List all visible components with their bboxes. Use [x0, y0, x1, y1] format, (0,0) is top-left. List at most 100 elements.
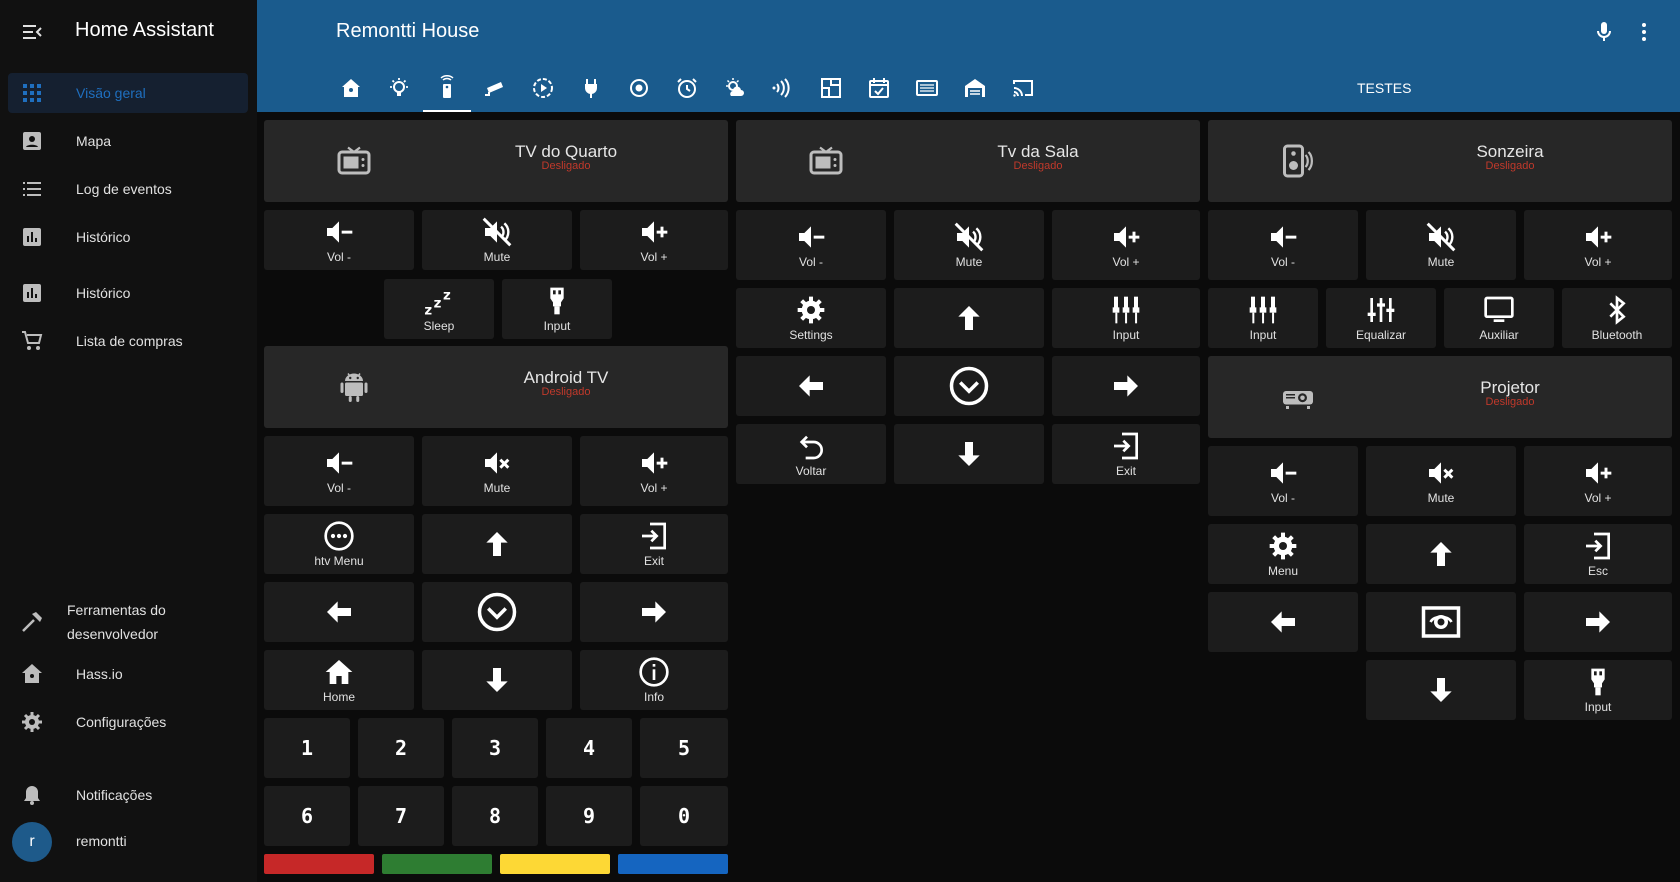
- proj-mute-button[interactable]: Mute: [1366, 446, 1516, 516]
- sidebar-item-mapa[interactable]: Mapa: [8, 121, 248, 161]
- microphone-icon[interactable]: [1592, 20, 1616, 44]
- yellow-color-button[interactable]: [500, 854, 610, 874]
- proj-vol-minus-button[interactable]: Vol -: [1208, 446, 1358, 516]
- volume-mute-icon: [481, 447, 513, 479]
- tab-lights[interactable]: [375, 64, 423, 112]
- atv-info-button[interactable]: Info: [580, 650, 728, 710]
- avatar[interactable]: r: [12, 822, 52, 862]
- number-button-2[interactable]: 2: [358, 718, 444, 778]
- sala-mute-button[interactable]: Mute: [894, 210, 1044, 280]
- proj-left-button[interactable]: [1208, 592, 1358, 652]
- button-label: Mute: [1427, 255, 1455, 269]
- atv-ok-button[interactable]: [422, 582, 572, 642]
- son-mute-button[interactable]: Mute: [1366, 210, 1516, 280]
- sala-vol-minus-button[interactable]: Vol -: [736, 210, 886, 280]
- tab-home[interactable]: [327, 64, 375, 112]
- more-vert-icon[interactable]: [1632, 20, 1656, 44]
- sidebar-item-config[interactable]: Configurações: [8, 702, 248, 742]
- son-input-button[interactable]: Input: [1208, 288, 1318, 348]
- sala-down-button[interactable]: [894, 424, 1044, 484]
- number-button-6[interactable]: 6: [264, 786, 350, 846]
- sidebar-item-dev-tools[interactable]: Ferramentas do desenvolvedor: [8, 598, 248, 646]
- sidebar-item-notificacoes[interactable]: Notificações: [8, 775, 248, 815]
- sidebar-item-lista-compras[interactable]: Lista de compras: [8, 321, 248, 361]
- atv-left-button[interactable]: [264, 582, 414, 642]
- sidebar-item-hassio[interactable]: Hass.io: [8, 654, 248, 694]
- number-button-9[interactable]: 9: [546, 786, 632, 846]
- sidebar-item-historico[interactable]: Histórico: [8, 217, 248, 257]
- sidebar-item-log[interactable]: Log de eventos: [8, 169, 248, 209]
- tab-floorplan[interactable]: [807, 64, 855, 112]
- tv-quarto-sleep-button[interactable]: Sleep: [384, 279, 494, 339]
- tv-quarto-mute-button[interactable]: Mute: [422, 210, 572, 270]
- sala-exit-button[interactable]: Exit: [1052, 424, 1200, 484]
- sala-up-button[interactable]: [894, 288, 1044, 348]
- number-button-0[interactable]: 0: [640, 786, 728, 846]
- number-button-3[interactable]: 3: [452, 718, 538, 778]
- sala-right-button[interactable]: [1052, 356, 1200, 416]
- number-button-5[interactable]: 5: [640, 718, 728, 778]
- tab-alarm[interactable]: [663, 64, 711, 112]
- atv-down-button[interactable]: [422, 650, 572, 710]
- tab-cctv[interactable]: [471, 64, 519, 112]
- atv-home-button[interactable]: Home: [264, 650, 414, 710]
- son-vol-minus-button[interactable]: Vol -: [1208, 210, 1358, 280]
- tv-quarto-vol-minus-button[interactable]: Vol -: [264, 210, 414, 270]
- sala-left-button[interactable]: [736, 356, 886, 416]
- projetor-card-header[interactable]: Projetor Desligado: [1208, 356, 1672, 438]
- blue-color-button[interactable]: [618, 854, 728, 874]
- tv-sala-card-header[interactable]: Tv da Sala Desligado: [736, 120, 1200, 202]
- proj-menu-button[interactable]: Menu: [1208, 524, 1358, 584]
- tab-media[interactable]: [519, 64, 567, 112]
- proj-vol-plus-button[interactable]: Vol +: [1524, 446, 1672, 516]
- son-equalizar-button[interactable]: Equalizar: [1326, 288, 1436, 348]
- tab-weather[interactable]: [711, 64, 759, 112]
- proj-esc-button[interactable]: Esc: [1524, 524, 1672, 584]
- proj-ok-button[interactable]: [1366, 592, 1516, 652]
- atv-vol-minus-button[interactable]: Vol -: [264, 436, 414, 506]
- proj-up-button[interactable]: [1366, 524, 1516, 584]
- tab-garage[interactable]: [951, 64, 999, 112]
- tv-quarto-card-header[interactable]: TV do Quarto Desligado: [264, 120, 728, 202]
- son-auxiliar-button[interactable]: Auxiliar: [1444, 288, 1554, 348]
- atv-right-button[interactable]: [580, 582, 728, 642]
- sala-settings-button[interactable]: Settings: [736, 288, 886, 348]
- number-button-1[interactable]: 1: [264, 718, 350, 778]
- sonzeira-card-header[interactable]: Sonzeira Desligado: [1208, 120, 1672, 202]
- sala-back-button[interactable]: Voltar: [736, 424, 886, 484]
- tab-remote[interactable]: [423, 64, 471, 112]
- red-color-button[interactable]: [264, 854, 374, 874]
- tab-power[interactable]: [567, 64, 615, 112]
- proj-right-button[interactable]: [1524, 592, 1672, 652]
- tv-quarto-input-button[interactable]: Input: [502, 279, 612, 339]
- atv-up-button[interactable]: [422, 514, 572, 574]
- sala-vol-plus-button[interactable]: Vol +: [1052, 210, 1200, 280]
- sala-input-button[interactable]: Input: [1052, 288, 1200, 348]
- son-vol-plus-button[interactable]: Vol +: [1524, 210, 1672, 280]
- tab-cast[interactable]: [999, 64, 1047, 112]
- sala-ok-button[interactable]: [894, 356, 1044, 416]
- number-button-4[interactable]: 4: [546, 718, 632, 778]
- number-button-8[interactable]: 8: [452, 786, 538, 846]
- sidebar-item-historico-2[interactable]: Histórico: [8, 273, 248, 313]
- son-bluetooth-button[interactable]: Bluetooth: [1562, 288, 1672, 348]
- number-button-7[interactable]: 7: [358, 786, 444, 846]
- atv-menu-button[interactable]: htv Menu: [264, 514, 414, 574]
- tv-quarto-vol-plus-button[interactable]: Vol +: [580, 210, 728, 270]
- user-name[interactable]: remontti: [76, 833, 127, 849]
- tab-testes[interactable]: TESTES: [1357, 64, 1411, 112]
- green-color-button[interactable]: [382, 854, 492, 874]
- tab-server[interactable]: [903, 64, 951, 112]
- proj-down-button[interactable]: [1366, 660, 1516, 720]
- proj-input-button[interactable]: Input: [1524, 660, 1672, 720]
- android-tv-card-header[interactable]: Android TV Desligado: [264, 346, 728, 428]
- sidebar-item-visao-geral[interactable]: Visão geral: [8, 73, 248, 113]
- atv-vol-plus-button[interactable]: Vol +: [580, 436, 728, 506]
- tab-nfc[interactable]: [759, 64, 807, 112]
- menu-collapse-icon[interactable]: [20, 20, 44, 44]
- atv-mute-button[interactable]: Mute: [422, 436, 572, 506]
- tab-sync[interactable]: [615, 64, 663, 112]
- tab-calendar[interactable]: [855, 64, 903, 112]
- atv-exit-button[interactable]: Exit: [580, 514, 728, 574]
- button-label: Bluetooth: [1591, 328, 1643, 342]
